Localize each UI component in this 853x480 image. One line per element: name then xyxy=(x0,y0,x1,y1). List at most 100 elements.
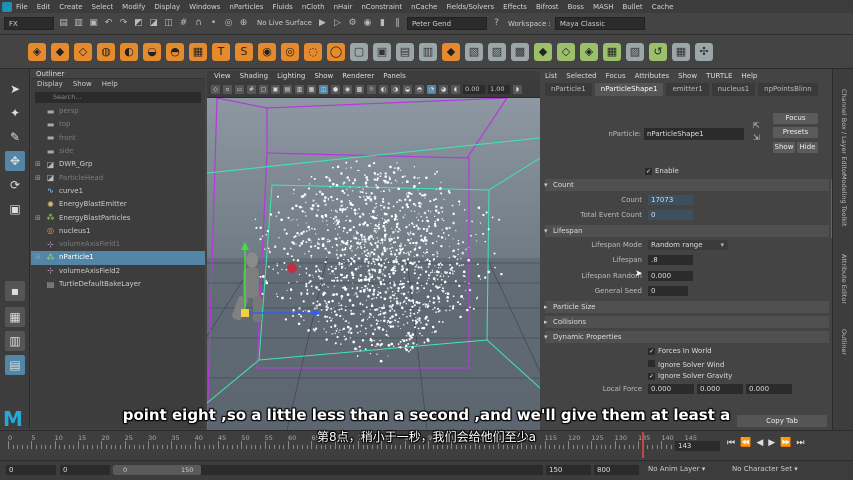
ae-tab-nppointsblinn[interactable]: npPointsBlinn xyxy=(758,83,818,96)
shelf-boss-icon[interactable]: ▩ xyxy=(511,42,529,61)
copy-node-icon[interactable]: ⇲ xyxy=(753,133,760,142)
section-lifespan[interactable]: ▾ Lifespan xyxy=(544,225,829,237)
3d-viewport[interactable] xyxy=(207,98,540,430)
isolate-icon[interactable]: ◓ xyxy=(415,84,424,94)
menu-ncloth[interactable]: nCloth xyxy=(302,3,325,11)
end-time-field[interactable]: 800 xyxy=(594,465,639,475)
menu-nparticles[interactable]: nParticles xyxy=(229,3,263,11)
menu-bifrost[interactable]: Bifrost xyxy=(536,3,559,11)
snap-curve-icon[interactable]: ∩ xyxy=(193,18,204,29)
right-tab-2[interactable]: Attribute Editor xyxy=(840,254,848,304)
shelf-svg-icon[interactable]: S xyxy=(235,42,253,61)
ae-menu-help[interactable]: Help xyxy=(741,69,757,83)
outliner-row[interactable]: ⊞ ◪ DWR_Grp xyxy=(31,158,205,171)
lasso-tool-icon[interactable]: ✦ xyxy=(5,103,25,123)
show-button[interactable]: Show xyxy=(773,142,795,153)
exposure-field[interactable]: 0.00 xyxy=(463,84,485,94)
scale-tool-icon[interactable]: ▣ xyxy=(5,199,25,219)
render-settings-icon[interactable]: ⚙ xyxy=(347,18,358,29)
shelf-ocean-icon[interactable]: ◯ xyxy=(327,42,345,61)
expand-toggle-icon[interactable]: ⊞ xyxy=(35,212,45,225)
right-tab-0[interactable]: Channel Box / Layer Editor xyxy=(840,89,848,176)
lifespan-field[interactable]: .8 xyxy=(648,255,693,265)
open-scene-icon[interactable]: ▥ xyxy=(73,18,84,29)
section-count[interactable]: ▾ Count xyxy=(544,179,829,191)
playback-start-field[interactable]: 0 xyxy=(60,465,110,475)
shelf-mash-icon[interactable]: ◆ xyxy=(442,42,460,61)
shelf-goal-icon[interactable]: ◐ xyxy=(120,42,138,61)
snap-view-icon[interactable]: ◎ xyxy=(223,18,234,29)
rotate-tool-icon[interactable]: ⟳ xyxy=(5,175,25,195)
field-chart-icon[interactable]: ▥ xyxy=(295,84,304,94)
shelf-ncache-icon[interactable]: ◈ xyxy=(580,42,598,61)
shelf-delete-cache-icon[interactable]: ▨ xyxy=(626,42,644,61)
local-force-x-field[interactable]: 0.000 xyxy=(648,384,694,394)
outliner-row[interactable]: ◎ nucleus1 xyxy=(31,225,205,238)
snap-point-icon[interactable]: • xyxy=(208,18,219,29)
outliner-row[interactable]: ⊹ volumeAxisField2 xyxy=(31,265,205,278)
gate-mask-icon[interactable]: ▤ xyxy=(283,84,292,94)
menu-bullet[interactable]: Bullet xyxy=(623,3,643,11)
shelf-grid-icon[interactable]: ▦ xyxy=(672,42,690,61)
grid-toggle-icon[interactable]: # xyxy=(247,84,256,94)
four-view-icon[interactable]: ▦ xyxy=(5,307,25,327)
hypershade-icon[interactable]: ◉ xyxy=(362,18,373,29)
playback-end-field[interactable]: 150 xyxy=(546,465,591,475)
shelf-cache-icon[interactable]: ▦ xyxy=(189,42,207,61)
right-tab-3[interactable]: Outliner xyxy=(840,329,848,355)
outliner-row[interactable]: ▬ top xyxy=(31,118,205,131)
outliner-row[interactable]: ▤ TurtleDefaultBakeLayer xyxy=(31,278,205,291)
two-view-icon[interactable]: ▥ xyxy=(5,331,25,351)
menu-edit[interactable]: Edit xyxy=(37,3,51,11)
safe-action-icon[interactable]: ▦ xyxy=(307,84,316,94)
ae-tab-nparticle1[interactable]: nParticle1 xyxy=(545,83,592,96)
menu-effects[interactable]: Effects xyxy=(503,3,527,11)
make-live-icon[interactable]: ⊕ xyxy=(238,18,249,29)
forces-in-world-checkbox[interactable]: ✓ Forces In World xyxy=(648,347,712,355)
live-surface-field[interactable]: No Live Surface xyxy=(253,17,313,30)
shelf-field-icon[interactable]: ◎ xyxy=(281,42,299,61)
user-account-dropdown[interactable]: Peter Gend xyxy=(407,17,487,30)
shelf-sprite-icon[interactable]: ◓ xyxy=(166,42,184,61)
smooth-shade-icon[interactable]: ● xyxy=(331,84,340,94)
menu-windows[interactable]: Windows xyxy=(189,3,220,11)
shelf-spring-icon[interactable]: ▤ xyxy=(396,42,414,61)
shelf-nucleus-icon[interactable]: ◉ xyxy=(258,42,276,61)
enable-checkbox[interactable]: ✓ Enable xyxy=(645,167,679,175)
shelf-nhair-icon[interactable]: ◇ xyxy=(557,42,575,61)
shelf-soft-icon[interactable]: ▣ xyxy=(373,42,391,61)
outliner-row[interactable]: ⊞ ⁂ nParticle1 xyxy=(31,251,205,265)
ae-menu-attributes[interactable]: Attributes xyxy=(635,69,670,83)
shelf-emit-from-object-icon[interactable]: ◇ xyxy=(74,42,92,61)
viewport-menu-lighting[interactable]: Lighting xyxy=(277,71,305,81)
shadows-icon[interactable]: ◐ xyxy=(379,84,388,94)
backface-icon[interactable]: ◖ xyxy=(451,84,460,94)
shelf-fluid-icon[interactable]: ◌ xyxy=(304,42,322,61)
menu-nhair[interactable]: nHair xyxy=(334,3,353,11)
textured-icon[interactable]: ▩ xyxy=(355,84,364,94)
menu-boss[interactable]: Boss xyxy=(568,3,584,11)
menu-mash[interactable]: MASH xyxy=(593,3,614,11)
expand-toggle-icon[interactable]: ⊞ xyxy=(35,172,45,185)
start-time-field[interactable]: 0 xyxy=(6,465,56,475)
general-seed-field[interactable]: 0 xyxy=(648,286,688,296)
outliner-row[interactable]: ▬ front xyxy=(31,132,205,145)
shelf-rigid-icon[interactable]: ▢ xyxy=(350,42,368,61)
workspace-dropdown[interactable]: Maya Classic xyxy=(554,17,645,30)
outliner-row[interactable]: ▬ side xyxy=(31,145,205,158)
outliner-search-input[interactable]: Search... xyxy=(35,92,201,103)
expand-toggle-icon[interactable]: ⊞ xyxy=(35,158,45,171)
nparticle-name-field[interactable]: nParticleShape1 xyxy=(644,128,744,140)
outliner-menu-help[interactable]: Help xyxy=(102,79,118,90)
right-tab-1[interactable]: Modeling Toolkit xyxy=(840,174,848,226)
presets-button[interactable]: Presets xyxy=(773,127,818,138)
ae-menu-show[interactable]: Show xyxy=(678,69,697,83)
help-icon[interactable]: ? xyxy=(491,18,502,29)
menu-nconstraint[interactable]: nConstraint xyxy=(361,3,402,11)
shelf-bullet-icon[interactable]: ▧ xyxy=(465,42,483,61)
outliner-view-icon[interactable]: ▤ xyxy=(5,355,25,375)
lifespan-random-field[interactable]: 0.000 xyxy=(648,271,693,281)
image-plane-icon[interactable]: ▭ xyxy=(235,84,244,94)
shelf-text-icon[interactable]: T xyxy=(212,42,230,61)
viewport-menu-shading[interactable]: Shading xyxy=(240,71,268,81)
